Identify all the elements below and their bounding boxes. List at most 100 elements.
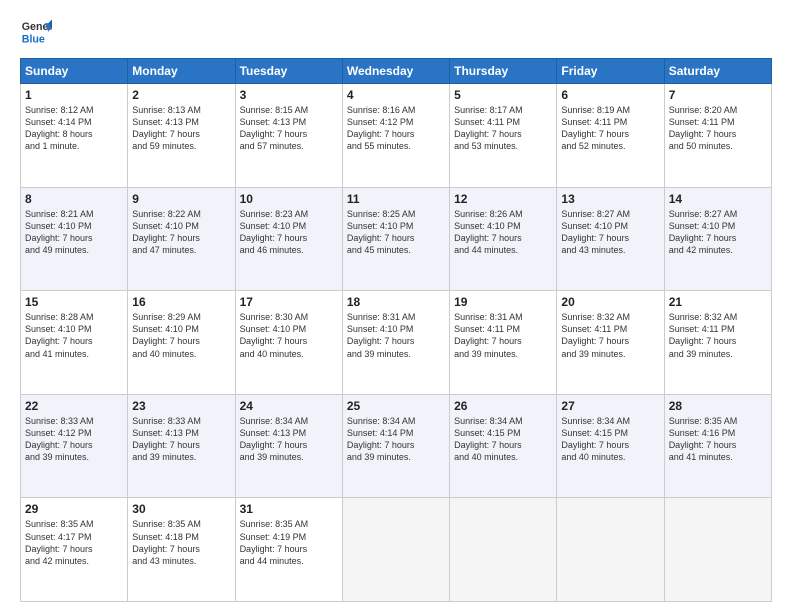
- sunset-text: Sunset: 4:11 PM: [561, 117, 627, 127]
- sunrise-text: Sunrise: 8:12 AM: [25, 105, 94, 115]
- day-number: 18: [347, 295, 445, 309]
- daylight-hours: Daylight: 8 hours: [25, 129, 93, 139]
- calendar-cell: 16Sunrise: 8:29 AMSunset: 4:10 PMDayligh…: [128, 291, 235, 395]
- calendar-cell: 29Sunrise: 8:35 AMSunset: 4:17 PMDayligh…: [21, 498, 128, 602]
- sunset-text: Sunset: 4:19 PM: [240, 532, 307, 542]
- daylight-minutes: and 49 minutes.: [25, 245, 89, 255]
- sunset-text: Sunset: 4:11 PM: [669, 324, 735, 334]
- sunrise-text: Sunrise: 8:19 AM: [561, 105, 630, 115]
- day-number: 25: [347, 399, 445, 413]
- calendar-cell: 25Sunrise: 8:34 AMSunset: 4:14 PMDayligh…: [342, 394, 449, 498]
- calendar-cell: 27 Sunrise: 8:34 AMSunset: 4:15 PMDayligh…: [557, 394, 664, 498]
- day-info: Sunrise: 8:27 AMSunset: 4:10 PMDaylight:…: [669, 208, 767, 257]
- daylight-hours: Daylight: 7 hours: [132, 129, 200, 139]
- daylight-hours: Daylight: 7 hours: [25, 336, 93, 346]
- daylight-hours: Daylight: 7 hours: [240, 233, 308, 243]
- calendar-cell: [664, 498, 771, 602]
- calendar-cell: 22Sunrise: 8:33 AMSunset: 4:12 PMDayligh…: [21, 394, 128, 498]
- day-info: Sunrise: 8:30 AMSunset: 4:10 PMDaylight:…: [240, 311, 338, 360]
- day-info: Sunrise: 8:32 AMSunset: 4:11 PMDaylight:…: [669, 311, 767, 360]
- daylight-hours: Daylight: 7 hours: [561, 233, 629, 243]
- daylight-hours: Daylight: 7 hours: [347, 233, 415, 243]
- sunset-text: Sunset: 4:13 PM: [132, 117, 199, 127]
- sunset-text: Sunset: 4:10 PM: [132, 324, 199, 334]
- calendar-cell: 5Sunrise: 8:17 AMSunset: 4:11 PMDaylight…: [450, 84, 557, 188]
- sunrise-text: Sunrise: 8:26 AM: [454, 209, 523, 219]
- sunset-text: Sunset: 4:10 PM: [240, 324, 307, 334]
- day-number: 31: [240, 502, 338, 516]
- daylight-hours: Daylight: 7 hours: [347, 336, 415, 346]
- daylight-minutes: and 39 minutes.: [347, 349, 411, 359]
- weekday-header-wednesday: Wednesday: [342, 59, 449, 84]
- daylight-minutes: and 39 minutes.: [25, 452, 89, 462]
- day-info: Sunrise: 8:21 AMSunset: 4:10 PMDaylight:…: [25, 208, 123, 257]
- daylight-hours: Daylight: 7 hours: [669, 440, 737, 450]
- calendar-cell: 8 Sunrise: 8:21 AMSunset: 4:10 PMDaylight…: [21, 187, 128, 291]
- daylight-hours: Daylight: 7 hours: [25, 233, 93, 243]
- calendar-table: SundayMondayTuesdayWednesdayThursdayFrid…: [20, 58, 772, 602]
- daylight-minutes: and 47 minutes.: [132, 245, 196, 255]
- weekday-header-row: SundayMondayTuesdayWednesdayThursdayFrid…: [21, 59, 772, 84]
- day-number: 12: [454, 192, 552, 206]
- day-number: 8: [25, 192, 123, 206]
- sunset-text: Sunset: 4:10 PM: [132, 221, 199, 231]
- day-info: Sunrise: 8:29 AMSunset: 4:10 PMDaylight:…: [132, 311, 230, 360]
- weekday-header-tuesday: Tuesday: [235, 59, 342, 84]
- sunrise-text: Sunrise: 8:27 AM: [561, 209, 630, 219]
- sunset-text: Sunset: 4:14 PM: [25, 117, 92, 127]
- sunset-text: Sunset: 4:17 PM: [25, 532, 92, 542]
- daylight-minutes: and 40 minutes.: [561, 452, 625, 462]
- sunset-text: Sunset: 4:10 PM: [25, 324, 92, 334]
- sunrise-text: Sunrise: 8:32 AM: [561, 312, 630, 322]
- daylight-hours: Daylight: 7 hours: [25, 440, 93, 450]
- day-info: Sunrise: 8:17 AMSunset: 4:11 PMDaylight:…: [454, 104, 552, 153]
- daylight-minutes: and 50 minutes.: [669, 141, 733, 151]
- day-info: Sunrise: 8:25 AMSunset: 4:10 PMDaylight:…: [347, 208, 445, 257]
- header: General Blue: [20, 16, 772, 48]
- daylight-hours: Daylight: 7 hours: [454, 129, 522, 139]
- calendar-cell: 14 Sunrise: 8:27 AMSunset: 4:10 PMDayligh…: [664, 187, 771, 291]
- sunset-text: Sunset: 4:10 PM: [454, 221, 521, 231]
- sunset-text: Sunset: 4:10 PM: [669, 221, 736, 231]
- daylight-hours: Daylight: 7 hours: [240, 129, 308, 139]
- daylight-minutes: and 43 minutes.: [132, 556, 196, 566]
- week-row-5: 29 Sunrise: 8:35 AM Sunset: 4:17 PM Dayligh…: [21, 498, 772, 602]
- daylight-minutes: and 44 minutes.: [240, 556, 304, 566]
- day-info: Sunrise: 8:34 AMSunset: 4:15 PMDaylight:…: [561, 415, 659, 464]
- day-info: Sunrise: 8:35 AMSunset: 4:18 PMDaylight:…: [132, 518, 230, 567]
- calendar-cell: 1Sunrise: 8:12 AMSunset: 4:14 PMDaylight…: [21, 84, 128, 188]
- sunrise-text: Sunrise: 8:33 AM: [25, 416, 94, 426]
- sunset-text: Sunset: 4:11 PM: [454, 117, 520, 127]
- weekday-header-saturday: Saturday: [664, 59, 771, 84]
- calendar-cell: 18Sunrise: 8:31 AMSunset: 4:10 PMDayligh…: [342, 291, 449, 395]
- day-info: Sunrise: 8:34 AMSunset: 4:15 PMDaylight:…: [454, 415, 552, 464]
- daylight-minutes: and 42 minutes.: [669, 245, 733, 255]
- daylight-minutes: and 44 minutes.: [454, 245, 518, 255]
- sunrise-text: Sunrise: 8:29 AM: [132, 312, 201, 322]
- calendar-cell: 7Sunrise: 8:20 AMSunset: 4:11 PMDaylight…: [664, 84, 771, 188]
- day-number: 26: [454, 399, 552, 413]
- daylight-hours: Daylight: 7 hours: [132, 544, 200, 554]
- week-row-4: 22Sunrise: 8:33 AMSunset: 4:12 PMDayligh…: [21, 394, 772, 498]
- sunset-text: Sunset: 4:16 PM: [669, 428, 736, 438]
- day-number: 27: [561, 399, 659, 413]
- day-number: 9: [132, 192, 230, 206]
- calendar-cell: 6Sunrise: 8:19 AMSunset: 4:11 PMDaylight…: [557, 84, 664, 188]
- sunrise-text: Sunrise: 8:33 AM: [132, 416, 201, 426]
- day-number: 29: [25, 502, 123, 516]
- calendar-cell: 24Sunrise: 8:34 AMSunset: 4:13 PMDayligh…: [235, 394, 342, 498]
- day-number: 14: [669, 192, 767, 206]
- week-row-3: 15Sunrise: 8:28 AMSunset: 4:10 PMDayligh…: [21, 291, 772, 395]
- daylight-minutes: and 46 minutes.: [240, 245, 304, 255]
- day-info: Sunrise: 8:19 AMSunset: 4:11 PMDaylight:…: [561, 104, 659, 153]
- day-number: 16: [132, 295, 230, 309]
- sunset-text: Sunset: 4:10 PM: [347, 221, 414, 231]
- sunrise-text: Sunrise: 8:20 AM: [669, 105, 738, 115]
- daylight-minutes: and 43 minutes.: [561, 245, 625, 255]
- day-info: Sunrise: 8:28 AMSunset: 4:10 PMDaylight:…: [25, 311, 123, 360]
- daylight-minutes: and 39 minutes.: [454, 349, 518, 359]
- daylight-minutes: and 39 minutes.: [240, 452, 304, 462]
- daylight-hours: Daylight: 7 hours: [561, 336, 629, 346]
- sunrise-text: Sunrise: 8:35 AM: [240, 519, 309, 529]
- sunset-text: Sunset: 4:13 PM: [240, 428, 307, 438]
